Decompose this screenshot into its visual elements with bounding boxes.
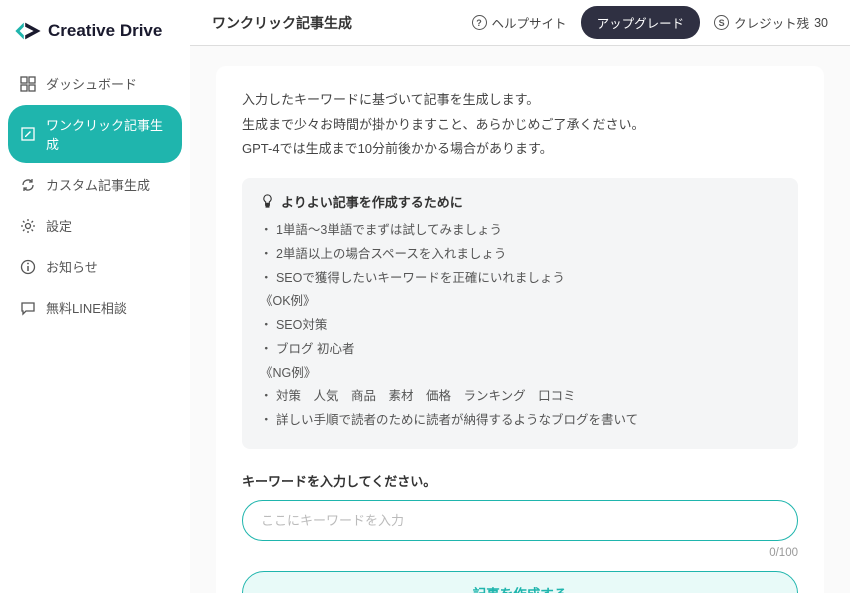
- lightbulb-icon: [260, 193, 275, 211]
- generator-card: 入力したキーワードに基づいて記事を生成します。 生成まで少々お時間が掛かりますこ…: [216, 66, 824, 593]
- intro-text: 入力したキーワードに基づいて記事を生成します。 生成まで少々お時間が掛かりますこ…: [242, 88, 798, 162]
- gear-icon: [20, 218, 36, 234]
- keyword-input[interactable]: [242, 500, 798, 541]
- tips-line: ・ 対策 人気 商品 素材 価格 ランキング 口コミ: [260, 385, 780, 409]
- keyword-label: キーワードを入力してください。: [242, 471, 798, 490]
- sidebar-item-custom[interactable]: カスタム記事生成: [8, 165, 182, 204]
- intro-line: 入力したキーワードに基づいて記事を生成します。: [242, 88, 798, 113]
- refresh-icon: [20, 177, 36, 193]
- dashboard-icon: [20, 76, 36, 92]
- brand-name: Creative Drive: [48, 21, 162, 41]
- chat-icon: [20, 300, 36, 316]
- credits-value: 30: [814, 16, 828, 30]
- topbar: ワンクリック記事生成 ? ヘルプサイト アップグレード S クレジット残 30: [190, 0, 850, 46]
- content: 入力したキーワードに基づいて記事を生成します。 生成まで少々お時間が掛かりますこ…: [190, 46, 850, 593]
- sidebar-item-label: 無料LINE相談: [46, 298, 127, 317]
- tips-line: ・ ブログ 初心者: [260, 338, 780, 362]
- tips-panel: よりよい記事を作成するために ・ 1単語〜3単語でまずは試してみましょう ・ 2…: [242, 178, 798, 449]
- main: ワンクリック記事生成 ? ヘルプサイト アップグレード S クレジット残 30 …: [190, 0, 850, 593]
- tips-line: 《NG例》: [260, 362, 780, 386]
- help-link[interactable]: ? ヘルプサイト: [472, 13, 567, 32]
- tips-line: ・ SEOで獲得したいキーワードを正確にいれましょう: [260, 267, 780, 291]
- tips-line: ・ 2単語以上の場合スペースを入れましょう: [260, 243, 780, 267]
- edit-icon: [20, 126, 36, 142]
- sidebar-item-news[interactable]: お知らせ: [8, 247, 182, 286]
- sidebar-item-label: 設定: [46, 216, 72, 235]
- sidebar-item-label: ワンクリック記事生成: [46, 115, 170, 153]
- sidebar-item-label: ダッシュボード: [46, 74, 137, 93]
- sidebar-item-label: カスタム記事生成: [46, 175, 150, 194]
- char-counter: 0/100: [242, 547, 798, 559]
- help-label: ヘルプサイト: [492, 13, 567, 32]
- sidebar-item-label: お知らせ: [46, 257, 98, 276]
- sidebar-item-oneclick[interactable]: ワンクリック記事生成: [8, 105, 182, 163]
- intro-line: 生成まで少々お時間が掛かりますこと、あらかじめご了承ください。: [242, 113, 798, 138]
- credits-label: クレジット残: [734, 13, 809, 32]
- sidebar-nav: ダッシュボード ワンクリック記事生成 カスタム記事生成 設定 お知らせ: [0, 64, 190, 327]
- generate-button[interactable]: 記事を作成する: [242, 571, 798, 593]
- sidebar: Creative Drive ダッシュボード ワンクリック記事生成 カスタム記事…: [0, 0, 190, 593]
- help-icon: ?: [472, 15, 487, 30]
- brand-logo: Creative Drive: [0, 16, 190, 64]
- coin-icon: S: [714, 15, 729, 30]
- credits-display: S クレジット残 30: [714, 13, 828, 32]
- tips-heading-text: よりよい記事を作成するために: [281, 192, 463, 211]
- tips-line: ・ SEO対策: [260, 314, 780, 338]
- upgrade-button[interactable]: アップグレード: [581, 6, 701, 39]
- sidebar-item-settings[interactable]: 設定: [8, 206, 182, 245]
- sidebar-item-line[interactable]: 無料LINE相談: [8, 288, 182, 327]
- info-icon: [20, 259, 36, 275]
- tips-heading: よりよい記事を作成するために: [260, 192, 780, 211]
- tips-line: ・ 1単語〜3単語でまずは試してみましょう: [260, 219, 780, 243]
- logo-icon: [14, 20, 42, 42]
- sidebar-item-dashboard[interactable]: ダッシュボード: [8, 64, 182, 103]
- intro-line: GPT-4では生成まで10分前後かかる場合があります。: [242, 137, 798, 162]
- tips-body: ・ 1単語〜3単語でまずは試してみましょう ・ 2単語以上の場合スペースを入れま…: [260, 219, 780, 433]
- tips-line: ・ 詳しい手順で読者のために読者が納得するようなブログを書いて: [260, 409, 780, 433]
- page-title: ワンクリック記事生成: [212, 13, 458, 33]
- tips-line: 《OK例》: [260, 290, 780, 314]
